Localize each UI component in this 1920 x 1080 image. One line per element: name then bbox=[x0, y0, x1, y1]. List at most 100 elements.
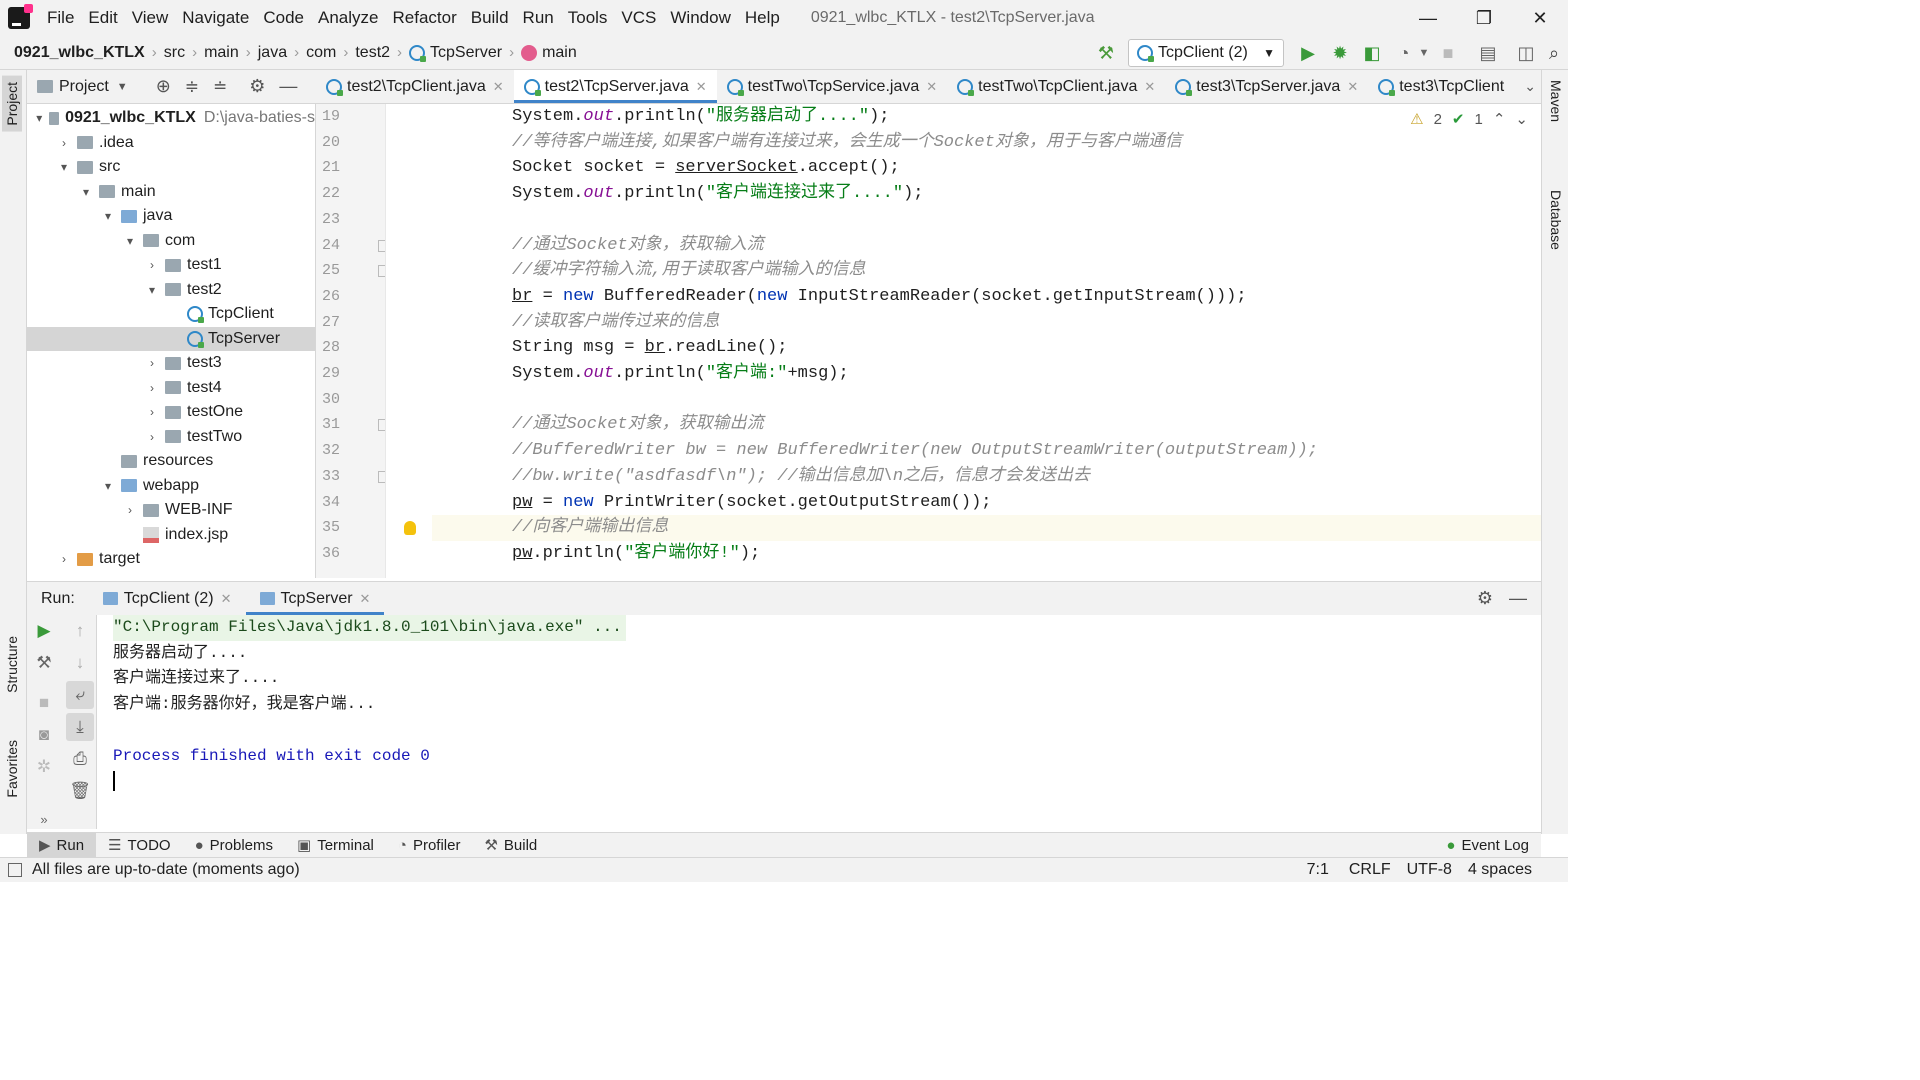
locate-icon[interactable]: ⊕ bbox=[156, 76, 171, 97]
file-encoding[interactable]: UTF-8 bbox=[1399, 861, 1460, 879]
gear-icon[interactable]: ⚙ bbox=[1465, 582, 1505, 615]
console-output[interactable]: "C:\Program Files\Java\jdk1.8.0_101\bin\… bbox=[97, 615, 1541, 829]
tree-node[interactable]: ▾ main bbox=[27, 180, 315, 205]
code-line[interactable] bbox=[512, 207, 1541, 233]
trash-icon[interactable]: 🗑 bbox=[66, 777, 94, 805]
scroll-to-end-icon[interactable]: ⤓ bbox=[66, 713, 94, 741]
project-structure-icon[interactable]: ▤ bbox=[1474, 36, 1502, 70]
project-panel-title[interactable]: Project bbox=[59, 78, 109, 96]
code-editor[interactable]: System.out.println("服务器启动了....");//等待客户端… bbox=[386, 104, 1541, 578]
tree-node[interactable]: › test1 bbox=[27, 253, 315, 278]
menu-analyze[interactable]: Analyze bbox=[311, 8, 385, 28]
database-tool-button[interactable]: Database bbox=[1548, 190, 1564, 250]
expand-arrow-icon[interactable]: › bbox=[145, 405, 159, 419]
run-tab[interactable]: TcpClient (2) ✕ bbox=[89, 582, 246, 615]
code-line[interactable]: //读取客户端传过来的信息 bbox=[512, 310, 1541, 336]
tree-node[interactable]: › target bbox=[27, 547, 315, 572]
menu-window[interactable]: Window bbox=[663, 8, 737, 28]
hide-panel-icon[interactable]: — bbox=[279, 76, 297, 97]
editor-tab[interactable]: test2\TcpServer.java ✕ bbox=[513, 70, 717, 103]
breadcrumb-item[interactable]: com bbox=[301, 44, 341, 62]
code-line[interactable]: //等待客户端连接,如果客户端有连接过来，会生成一个Socket对象，用于与客户… bbox=[512, 130, 1541, 156]
search-icon[interactable]: ⌕ bbox=[1540, 36, 1568, 70]
expand-arrow-icon[interactable]: ▾ bbox=[35, 111, 43, 125]
expand-arrow-icon[interactable]: › bbox=[145, 381, 159, 395]
tree-node[interactable]: › test3 bbox=[27, 351, 315, 376]
close-tab-icon[interactable]: ✕ bbox=[1144, 79, 1155, 95]
tool-window-build[interactable]: ⚒ Build bbox=[472, 833, 549, 857]
close-tab-icon[interactable]: ✕ bbox=[493, 79, 504, 95]
expand-arrow-icon[interactable]: ▾ bbox=[123, 234, 137, 248]
tree-node[interactable]: TcpClient bbox=[27, 302, 315, 327]
fold-marker-icon[interactable] bbox=[378, 419, 385, 432]
close-tab-icon[interactable]: ✕ bbox=[696, 79, 707, 95]
tree-node[interactable]: ▾ src bbox=[27, 155, 315, 180]
tool-window-terminal[interactable]: ▣ Terminal bbox=[285, 833, 386, 857]
caret-position[interactable]: 7:1 bbox=[1295, 861, 1341, 879]
editor-tab[interactable]: testTwo\TcpClient.java ✕ bbox=[947, 70, 1165, 103]
menu-run[interactable]: Run bbox=[516, 8, 561, 28]
menu-vcs[interactable]: VCS bbox=[614, 8, 663, 28]
tree-node[interactable]: ▾ webapp bbox=[27, 474, 315, 499]
tree-node[interactable]: ▾ com bbox=[27, 229, 315, 254]
run-tab[interactable]: TcpServer ✕ bbox=[245, 582, 385, 615]
run-config-select[interactable]: TcpClient (2) ▼ bbox=[1128, 39, 1284, 67]
minimize-icon[interactable]: — bbox=[1400, 0, 1456, 36]
stop-icon[interactable]: ■ bbox=[30, 689, 58, 717]
settings-icon[interactable]: ✲ bbox=[30, 753, 58, 781]
breadcrumb-item[interactable]: 0921_wlbc_KTLX bbox=[0, 44, 150, 62]
structure-tool-button[interactable]: Structure bbox=[2, 630, 22, 699]
code-line[interactable] bbox=[512, 387, 1541, 413]
code-line[interactable]: //向客户端输出信息 bbox=[432, 515, 1541, 541]
tree-node[interactable]: TcpServer bbox=[27, 326, 315, 351]
code-line[interactable]: //通过Socket对象，获取输入流 bbox=[512, 233, 1541, 259]
breadcrumb-item[interactable]: test2 bbox=[350, 44, 395, 62]
editor-tab[interactable]: test3\TcpServer.java ✕ bbox=[1165, 70, 1368, 103]
code-line[interactable]: System.out.println("服务器启动了...."); bbox=[512, 104, 1541, 130]
menu-build[interactable]: Build bbox=[464, 8, 516, 28]
hide-panel-icon[interactable]: — bbox=[1505, 582, 1541, 615]
close-tab-icon[interactable]: ✕ bbox=[360, 591, 371, 607]
code-line[interactable]: br = new BufferedReader(new InputStreamR… bbox=[512, 284, 1541, 310]
tree-node[interactable]: › test4 bbox=[27, 376, 315, 401]
editor-tab[interactable]: test2\TcpClient.java ✕ bbox=[316, 70, 514, 103]
build-hammer-icon[interactable]: ⚒ bbox=[1092, 36, 1120, 70]
close-tab-icon[interactable]: ✕ bbox=[1347, 79, 1358, 95]
tree-node[interactable]: ▾ 0921_wlbc_KTLX D:\java-baties-s bbox=[27, 106, 315, 131]
expand-arrow-icon[interactable]: ▾ bbox=[101, 209, 115, 223]
tool-window-todo[interactable]: ☰ TODO bbox=[96, 833, 183, 857]
menu-view[interactable]: View bbox=[125, 8, 176, 28]
editor-tab[interactable]: test3\TcpClient bbox=[1368, 70, 1514, 103]
tree-node[interactable]: › testTwo bbox=[27, 425, 315, 450]
tabs-overflow-chevron-icon[interactable]: ⌄ bbox=[1524, 78, 1536, 95]
tree-node[interactable]: index.jsp bbox=[27, 523, 315, 548]
code-line[interactable]: //通过Socket对象，获取输出流 bbox=[512, 412, 1541, 438]
expand-arrow-icon[interactable]: › bbox=[145, 258, 159, 272]
expand-arrow-icon[interactable]: › bbox=[57, 552, 71, 566]
rerun-icon[interactable]: ▶ bbox=[30, 617, 58, 645]
next-highlight-icon[interactable]: ⌄ bbox=[1515, 110, 1528, 128]
favorites-tool-button[interactable]: Favorites bbox=[2, 734, 22, 804]
code-line[interactable]: //bw.write("asdfasdf\n"); //输出信息加\n之后，信息… bbox=[512, 464, 1541, 490]
code-line[interactable]: System.out.println("客户端连接过来了...."); bbox=[512, 181, 1541, 207]
indent-setting[interactable]: 4 spaces bbox=[1460, 861, 1568, 879]
expand-arrow-icon[interactable]: › bbox=[57, 136, 71, 150]
tree-node[interactable]: resources bbox=[27, 449, 315, 474]
expand-all-icon[interactable]: ≑ bbox=[185, 77, 199, 97]
run-icon[interactable]: ▶ bbox=[1294, 36, 1322, 70]
inspection-widget[interactable]: ⚠ 2 ✔ 1 ⌃ ⌄ bbox=[1410, 110, 1528, 129]
gear-icon[interactable]: ⚙ bbox=[249, 76, 265, 97]
code-line[interactable]: pw = new PrintWriter(socket.getOutputStr… bbox=[512, 490, 1541, 516]
print-icon[interactable]: ⎙ bbox=[66, 745, 94, 773]
menu-refactor[interactable]: Refactor bbox=[385, 8, 463, 28]
tool-window-profiler[interactable]: ◔ Profiler bbox=[386, 833, 473, 857]
tree-node[interactable]: ▾ test2 bbox=[27, 278, 315, 303]
lightbulb-icon[interactable] bbox=[404, 521, 416, 536]
code-line[interactable]: System.out.println("客户端:"+msg); bbox=[512, 361, 1541, 387]
fold-marker-icon[interactable] bbox=[378, 239, 385, 252]
fold-marker-icon[interactable] bbox=[378, 470, 385, 483]
close-tab-icon[interactable]: ✕ bbox=[221, 591, 232, 607]
tree-node[interactable]: › testOne bbox=[27, 400, 315, 425]
camera-icon[interactable]: ◙ bbox=[30, 721, 58, 749]
expand-arrow-icon[interactable]: ▾ bbox=[145, 283, 159, 297]
